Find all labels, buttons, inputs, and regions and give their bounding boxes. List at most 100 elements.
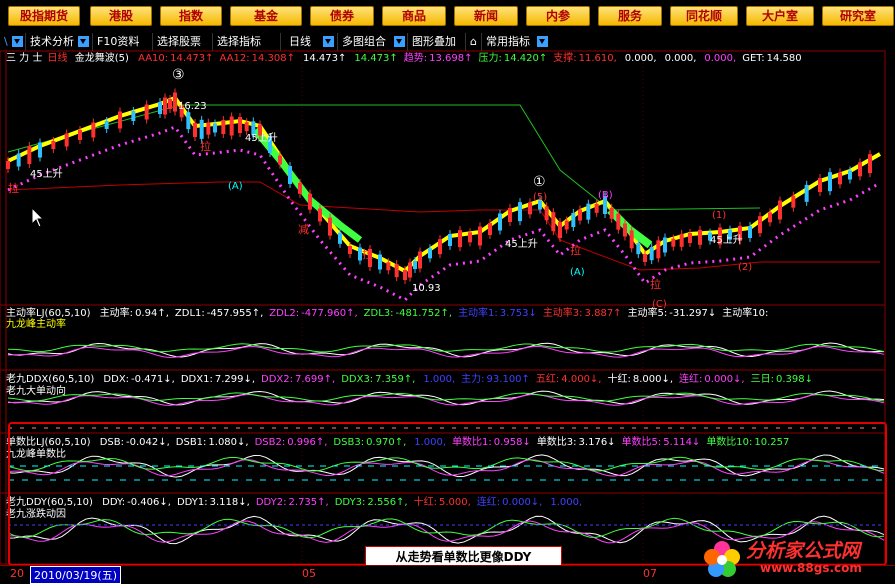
circle-marker: ③ xyxy=(172,67,185,83)
panel2-param-value: -0.471↓, xyxy=(131,374,175,385)
panel1-param: ZDL2: -477.960↑, xyxy=(269,308,357,319)
candle-body xyxy=(348,246,352,254)
panel2-header: 老九DDX(60,5,10) DDX: -0.471↓, DDX1: 7.299↓, D… xyxy=(6,373,813,387)
panel2-param: DDX: -0.471↓, xyxy=(103,374,174,385)
panel2-param-value: 0.000↓, xyxy=(704,374,745,385)
panel2-param-key: 连红: xyxy=(679,374,703,385)
panel1-param-key: ZDL2: xyxy=(269,308,300,319)
mouse-cursor-icon xyxy=(31,206,45,228)
candle-body xyxy=(158,102,162,114)
month-label: 05 xyxy=(302,567,316,580)
candle-body xyxy=(118,111,122,129)
panel2-param-value: 0.398↓ xyxy=(775,374,813,385)
date-year-prefix: 20 xyxy=(10,567,24,580)
panel1-params: 主动率: 0.94↑, ZDL1: -457.955↑, ZDL2: -477.960↑,… xyxy=(94,308,771,319)
panel2-line xyxy=(7,392,885,402)
candle-body xyxy=(679,233,684,247)
candle-body xyxy=(318,208,322,222)
panel1-param: ZDL1: -457.955↑, xyxy=(175,308,263,319)
wave-marker: (1) xyxy=(712,210,726,221)
candle-body xyxy=(508,208,512,222)
jian-label: 减 xyxy=(298,223,309,236)
panel1-param-value: -477.960↑, xyxy=(301,308,358,319)
panel1-param-value: 3.753↓ xyxy=(499,308,537,319)
candle-body xyxy=(38,142,42,158)
candle-body xyxy=(551,212,556,232)
candle-body xyxy=(868,154,872,174)
up45-label: 45上升 xyxy=(505,238,538,250)
up45-label: 45上升 xyxy=(710,234,743,246)
panel1-param: 主动率: 0.94↑, xyxy=(100,308,169,319)
candle-body xyxy=(649,247,654,261)
panel2-param-key: DDX2: xyxy=(261,374,293,385)
candle-body xyxy=(206,122,211,135)
candle-body xyxy=(698,229,702,245)
panel1-param-value: 3.887↑ xyxy=(584,308,622,319)
candle-body xyxy=(564,220,569,230)
candle-body xyxy=(629,230,634,249)
panel1-param-key: 主动率: xyxy=(99,308,134,319)
candle-body xyxy=(438,239,442,255)
panel2-param-key: DDX3: xyxy=(341,374,374,385)
candle-body xyxy=(528,202,532,215)
candle-body xyxy=(244,122,249,132)
candle-body xyxy=(193,123,197,137)
candle-body xyxy=(394,264,399,278)
candle-body xyxy=(413,261,417,269)
panel2-param-key: DDX: xyxy=(103,374,130,385)
la-label: 拉 xyxy=(570,243,581,257)
candle-body xyxy=(173,92,177,112)
candle-body xyxy=(498,213,502,231)
panel1-param: 主动率3: 3.887↑ xyxy=(543,308,622,319)
panel1-param: ZDL3: -481.752↑, xyxy=(364,308,452,319)
panel2-param: 1.000, xyxy=(421,374,455,385)
candle-body xyxy=(778,200,782,220)
panel2-param-value: 7.359↑, xyxy=(375,374,416,385)
candle-body xyxy=(804,184,809,202)
candle-body xyxy=(186,112,191,130)
candle-body xyxy=(408,262,412,278)
current-date: 2010/03/19(五) xyxy=(30,566,121,584)
candle-body xyxy=(378,254,382,270)
month-label: 07 xyxy=(643,567,657,580)
panel1-param-key: 主动率10: xyxy=(722,308,769,319)
candle-body xyxy=(858,162,862,177)
panel2-param-value: 7.299↓, xyxy=(214,374,256,385)
candle-body xyxy=(458,230,462,248)
panel2-param-key: DDX1: xyxy=(180,374,213,385)
candle-body xyxy=(758,216,762,234)
panel2-subtitle: 老九大单动向 xyxy=(6,386,66,397)
panel2-param-value: 4.000↓, xyxy=(561,374,602,385)
candle-body xyxy=(478,226,482,246)
candle-body xyxy=(328,217,332,236)
panel2-param: 连红: 0.000↓, xyxy=(679,374,745,385)
panel2-params: DDX: -0.471↓, DDX1: 7.299↓, DDX2: 7.699↑, DDX3… xyxy=(97,374,813,385)
panel2-param: 十红: 8.000↓, xyxy=(607,374,673,385)
candle-body xyxy=(428,248,432,259)
panel2-param-value: 1.000, xyxy=(423,374,456,385)
candle-body xyxy=(571,213,576,227)
candle-body xyxy=(544,206,549,221)
high-price-label: 16.23 xyxy=(178,101,207,112)
candle-body xyxy=(448,234,452,246)
la-label: 拉 xyxy=(8,181,19,195)
candle-body xyxy=(848,170,852,180)
wave-marker: (A) xyxy=(570,267,585,278)
panel2-param-key: 五红: xyxy=(535,374,560,385)
panel1-param-value: -481.752↑, xyxy=(395,308,453,319)
panel1-param-value: 0.94↑, xyxy=(135,308,169,319)
candle-body xyxy=(748,226,752,238)
panel1-param: 主动率10: xyxy=(722,308,770,319)
panel1-param-value: -31.297↓ xyxy=(669,308,717,319)
panel1-param: 主动率1: 3.753↓ xyxy=(458,308,537,319)
candle-body xyxy=(229,116,234,136)
panel1-param-key: 主动率1: xyxy=(458,308,498,319)
up45-label: 45上升 xyxy=(30,168,63,180)
candle-body xyxy=(663,237,667,253)
candle-body xyxy=(623,223,627,237)
panel2-param-value: 93.100↑ xyxy=(486,374,530,385)
panel1-param: 主动率5: -31.297↓ xyxy=(628,308,717,319)
candle-body xyxy=(818,178,822,192)
candle-body xyxy=(298,182,302,194)
candle-body xyxy=(78,130,82,140)
